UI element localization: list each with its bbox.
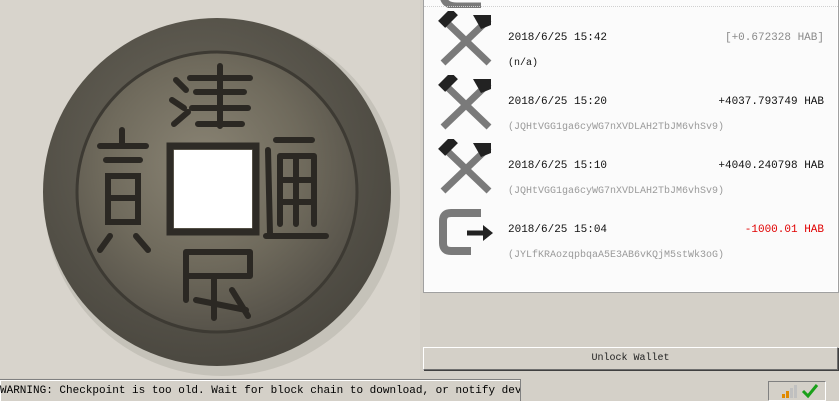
transaction-address: (n/a) <box>508 58 539 69</box>
transaction-row[interactable]: 2018/6/25 15:10 +4040.240798 HAB (JQHtVG… <box>424 139 838 203</box>
status-icons <box>768 381 826 401</box>
checkpoint-warning: WARNING: Checkpoint is too old. Wait for… <box>0 379 521 401</box>
transaction-datetime: 2018/6/25 15:20 <box>508 96 608 108</box>
send-arrow-icon <box>439 209 493 255</box>
unlock-wallet-button[interactable]: Unlock Wallet <box>423 347 838 370</box>
coin-image-panel <box>0 0 420 378</box>
coin-image <box>43 18 400 376</box>
transaction-datetime: 2018/6/25 15:04 <box>508 224 608 236</box>
signal-bars-icon[interactable] <box>781 383 797 399</box>
transaction-datetime: 2018/6/25 15:10 <box>508 160 608 172</box>
transaction-address: (JYLfKRAozqpbqaA5E3AB6vKQjM5stWk3oG) <box>508 250 725 261</box>
transaction-datetime: 2018/6/25 15:42 <box>508 32 608 44</box>
transaction-address: (JQHtVGG1ga6cyWG7nXVDLAH2TbJM6vhSv9) <box>508 122 725 133</box>
transaction-amount: -1000.01 HAB <box>744 224 824 236</box>
pickaxe-hammer-icon <box>438 11 492 66</box>
transaction-amount: +4037.793749 HAB <box>718 96 824 108</box>
transaction-row[interactable]: 2018/6/25 15:04 -1000.01 HAB (JYLfKRAozq… <box>424 203 838 267</box>
pickaxe-hammer-icon <box>438 139 492 194</box>
transaction-row[interactable]: 2018/6/25 15:42 [+0.672328 HAB] (n/a) <box>424 11 838 75</box>
status-bar: WARNING: Checkpoint is too old. Wait for… <box>0 379 839 401</box>
pickaxe-hammer-icon <box>438 75 492 130</box>
transaction-address: (JQHtVGG1ga6cyWG7nXVDLAH2TbJM6vhSv9) <box>508 186 725 197</box>
transaction-row[interactable]: 2018/6/25 15:20 +4037.793749 HAB (JQHtVG… <box>424 75 838 139</box>
transaction-list[interactable]: 2018/6/25 15:42 [+0.672328 HAB] (n/a) 20… <box>423 0 839 293</box>
transaction-amount: +4040.240798 HAB <box>718 160 824 172</box>
synced-check-icon[interactable] <box>801 383 819 399</box>
transaction-amount: [+0.672328 HAB] <box>724 32 824 44</box>
